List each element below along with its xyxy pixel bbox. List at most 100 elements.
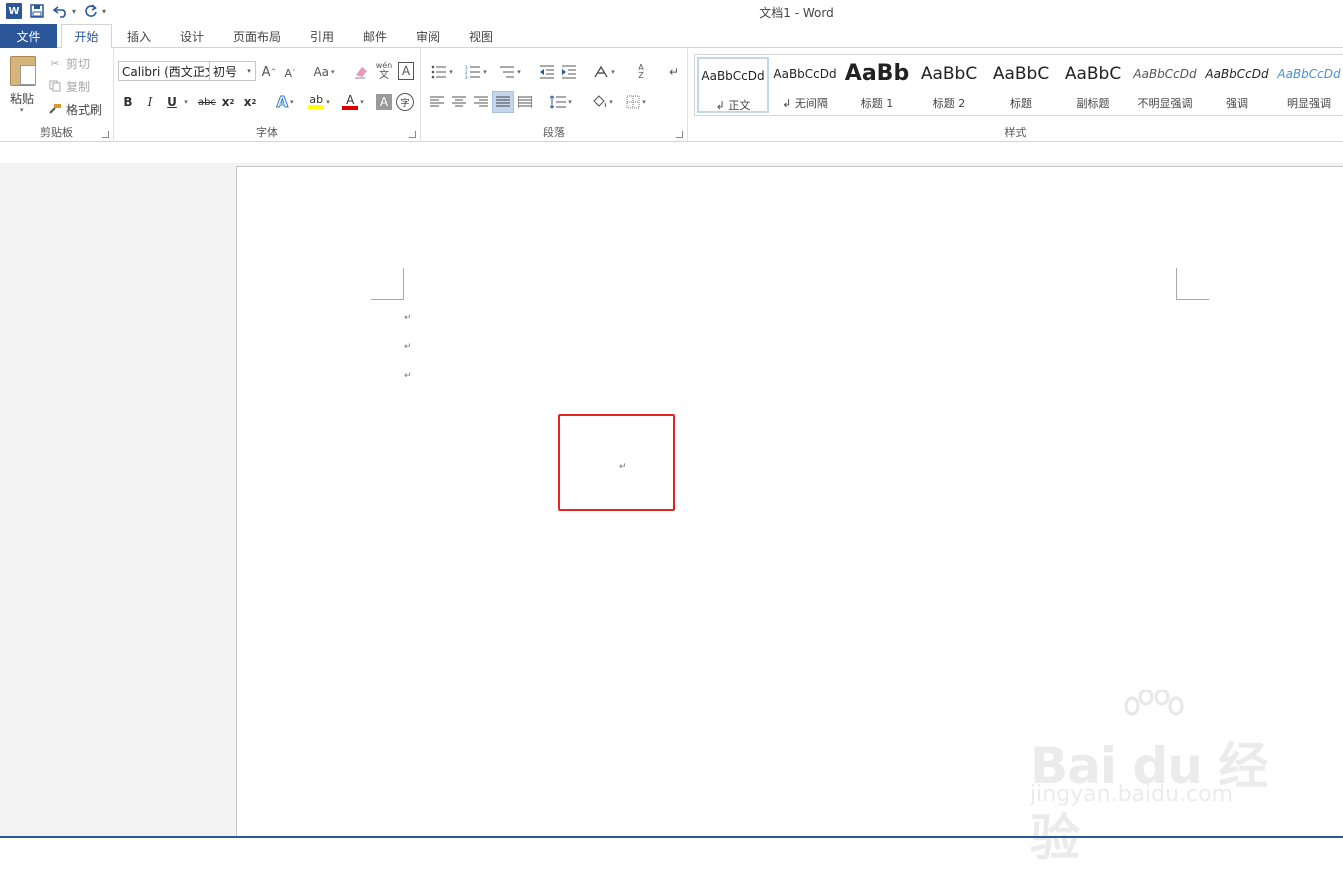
underline-button[interactable]: U (164, 92, 180, 112)
style-emphasis[interactable]: AaBbCcDd 强调 (1201, 57, 1273, 113)
tab-page-layout[interactable]: 页面布局 (225, 24, 289, 48)
line-spacing-icon[interactable]: ▾ (545, 92, 577, 112)
style-sample: AaBbC (920, 64, 978, 84)
format-painter-label: 格式刷 (66, 102, 103, 117)
distributed-icon[interactable] (515, 92, 535, 112)
window-title: 文档1 - Word (759, 6, 834, 20)
paste-icon[interactable] (10, 56, 36, 86)
underline-dropdown-icon[interactable]: ▾ (180, 92, 190, 112)
paste-button[interactable]: 粘贴 (10, 90, 34, 107)
numbering-icon[interactable]: 1 2 3 ▾ (461, 62, 491, 82)
paragraph-launcher-icon[interactable] (676, 131, 683, 138)
title-bar: W ▾ ▾ 文档1 - Word (0, 0, 1343, 24)
grow-font-icon[interactable]: A ^ (260, 62, 278, 82)
enclose-characters-button[interactable]: 字 (396, 93, 414, 111)
copy-label: 复制 (66, 79, 91, 94)
font-size-dropdown-icon[interactable]: ▾ (243, 62, 255, 80)
styles-group-label: 样式 (1004, 126, 1027, 139)
font-size-value: 初号 (213, 64, 238, 79)
style-sample: AaBbCcDd (773, 67, 837, 81)
tab-mailings[interactable]: 邮件 (351, 24, 399, 48)
align-right-icon[interactable] (471, 92, 491, 112)
align-center-icon[interactable] (449, 92, 469, 112)
strikethrough-button[interactable]: abc (196, 92, 218, 112)
tab-design[interactable]: 设计 (168, 24, 216, 48)
copy-button[interactable]: 复制 (48, 77, 90, 95)
clear-formatting-icon[interactable] (352, 62, 370, 82)
copy-icon (48, 79, 62, 93)
font-group-label: 字体 (256, 126, 278, 139)
subscript-button[interactable]: x2 (220, 92, 236, 112)
borders-icon[interactable]: ▾ (621, 92, 651, 112)
font-color-icon: A (342, 94, 359, 110)
style-subtle-emphasis[interactable]: AaBbCcDd 不明显强调 (1129, 57, 1201, 113)
svg-text:3: 3 (465, 75, 468, 79)
tab-file[interactable]: 文件 (0, 24, 57, 48)
character-shading-button[interactable]: A (376, 94, 392, 110)
style-sample: AaBbCcDd (1277, 67, 1341, 81)
tab-references[interactable]: 引用 (298, 24, 346, 48)
sort-icon[interactable]: AZ (631, 61, 651, 83)
paintbrush-icon (48, 102, 62, 116)
style-sample: AaBb (844, 61, 910, 86)
highlight-color-button[interactable]: ab ▾ (304, 92, 334, 112)
annotation-highlight-box (558, 414, 675, 511)
shading-icon[interactable]: ▾ (587, 92, 617, 112)
decrease-indent-icon[interactable] (537, 62, 557, 82)
style-no-spacing[interactable]: AaBbCcDd ↲ 无间隔 (769, 57, 841, 113)
cut-button[interactable]: ✂ 剪切 (48, 54, 90, 72)
style-name: 副标题 (1076, 97, 1110, 110)
style-intense-emphasis[interactable]: AaBbCcDd 明显强调 (1273, 57, 1343, 113)
text-effects-button[interactable]: A ▾ (272, 92, 298, 112)
tab-view[interactable]: 视图 (457, 24, 505, 48)
paste-dropdown-icon[interactable]: ▾ (20, 106, 24, 114)
scissors-icon: ✂ (50, 56, 60, 70)
style-sample: AaBbC (992, 64, 1050, 84)
style-sample: AaBbCcDd (1205, 67, 1269, 81)
style-subtitle[interactable]: AaBbC 副标题 (1057, 57, 1129, 113)
align-left-icon[interactable] (427, 92, 447, 112)
style-name: 明显强调 (1287, 97, 1331, 110)
phonetic-guide-icon[interactable]: wén 文 (374, 60, 394, 82)
text-effects-icon: A (276, 93, 289, 112)
style-name: 不明显强调 (1137, 97, 1193, 110)
style-heading-1[interactable]: AaBb 标题 1 (841, 57, 913, 113)
format-painter-button[interactable]: 格式刷 (48, 100, 102, 118)
style-sample: AaBbC (1064, 64, 1122, 84)
paragraph-group: ▾ 1 2 3 ▾ ▾ ▾ AZ ↵ ▾ ▾ ▾ 段落 (421, 48, 688, 142)
italic-button[interactable]: I (142, 92, 158, 112)
style-name: 强调 (1226, 97, 1248, 110)
font-name-combo[interactable]: Calibri (西文正文 ▾ (118, 61, 210, 81)
paragraph-mark[interactable]: ↵ (404, 342, 412, 352)
shrink-font-icon[interactable]: Aˇ (282, 64, 298, 82)
font-group: Calibri (西文正文 ▾ 初号 ▾ A ^ Aˇ Aa ▾ wén 文 A B … (114, 48, 421, 142)
tab-review[interactable]: 审阅 (404, 24, 452, 48)
change-case-icon[interactable]: Aa ▾ (309, 62, 339, 82)
tab-home[interactable]: 开始 (61, 24, 112, 49)
bold-button[interactable]: B (120, 92, 136, 112)
chinese-layout-icon[interactable]: ▾ (589, 62, 619, 82)
justify-icon[interactable] (492, 91, 514, 113)
font-name-dropdown-icon[interactable]: ▾ (197, 62, 209, 80)
paragraph-mark[interactable]: ↵ (404, 313, 412, 323)
font-color-button[interactable]: A ▾ (338, 92, 368, 112)
clipboard-launcher-icon[interactable] (102, 131, 109, 138)
style-title[interactable]: AaBbC 标题 (985, 57, 1057, 113)
increase-indent-icon[interactable] (559, 62, 579, 82)
superscript-button[interactable]: x2 (242, 92, 258, 112)
bullets-icon[interactable]: ▾ (427, 62, 457, 82)
ribbon: 粘贴 ▾ ✂ 剪切 复制 格式刷 剪贴板 Calibri (西文正文 ▾ 初号 (0, 48, 1343, 142)
font-size-combo[interactable]: 初号 ▾ (209, 61, 256, 81)
style-heading-2[interactable]: AaBbC 标题 2 (913, 57, 985, 113)
style-sample: AaBbCcDd (1133, 67, 1197, 81)
margin-corner-top-right (1176, 268, 1209, 300)
highlighter-icon: ab (308, 94, 325, 109)
character-border-icon[interactable]: A (398, 62, 414, 80)
font-launcher-icon[interactable] (409, 131, 416, 138)
paragraph-mark[interactable]: ↵ (404, 371, 412, 381)
style-sample: AaBbCcDd (701, 69, 765, 83)
tab-insert[interactable]: 插入 (115, 24, 163, 48)
show-formatting-marks-icon[interactable]: ↵ (665, 62, 683, 82)
style-normal[interactable]: AaBbCcDd ↲ 正文 (697, 57, 769, 113)
multilevel-list-icon[interactable]: ▾ (495, 62, 525, 82)
